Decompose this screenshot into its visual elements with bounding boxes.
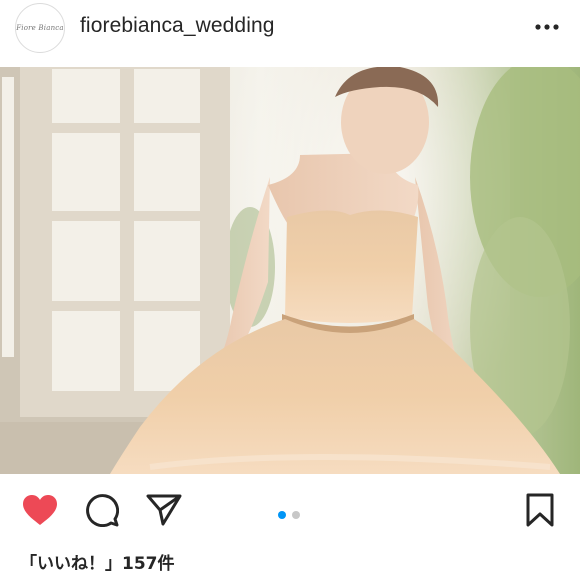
save-button[interactable]	[520, 490, 560, 530]
share-button[interactable]	[144, 490, 184, 530]
post-image[interactable]	[0, 67, 580, 474]
heart-filled-icon	[23, 495, 57, 525]
send-icon	[146, 494, 182, 526]
like-button[interactable]	[20, 490, 60, 530]
carousel-dot-active	[278, 511, 286, 519]
bookmark-icon	[526, 493, 554, 527]
avatar-logo-text: Fiore Bianca	[16, 24, 64, 32]
username[interactable]: fiorebianca_wedding	[80, 14, 275, 38]
carousel-indicator	[278, 511, 300, 519]
likes-count[interactable]: 「いいね！」157件	[20, 549, 175, 574]
carousel-dot	[292, 511, 300, 519]
more-horizontal-icon	[535, 24, 559, 30]
more-options-button[interactable]	[534, 14, 560, 40]
avatar[interactable]: Fiore Bianca	[15, 3, 65, 53]
post-header: Fiore Bianca fiorebianca_wedding	[0, 0, 580, 64]
comment-button[interactable]	[82, 490, 122, 530]
comment-icon	[86, 494, 119, 527]
wedding-dress-photo	[0, 67, 580, 474]
